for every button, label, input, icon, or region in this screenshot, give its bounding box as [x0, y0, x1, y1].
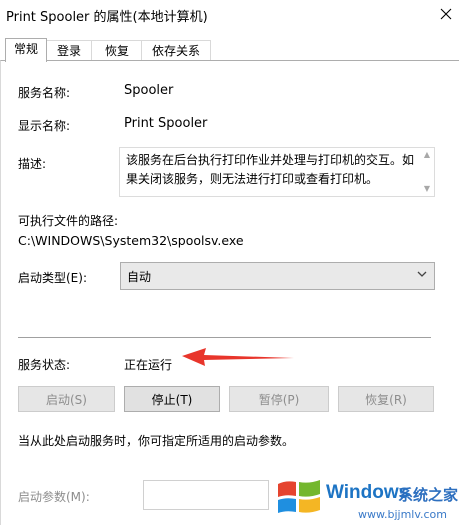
- window-title: Print Spooler 的属性(本地计算机): [6, 10, 208, 25]
- scroll-up-icon[interactable]: ▲: [422, 150, 432, 160]
- service-name-value: Spooler: [124, 83, 174, 98]
- display-name-value: Print Spooler: [124, 116, 208, 131]
- start-params-input[interactable]: [143, 480, 269, 510]
- separator: [18, 337, 431, 338]
- tab-logon[interactable]: 登录: [45, 40, 93, 61]
- startup-type-value: 自动: [127, 270, 152, 284]
- resume-button[interactable]: 恢复(R): [338, 386, 434, 412]
- windows-logo-icon: [278, 480, 320, 513]
- close-icon: [440, 8, 452, 20]
- startup-type-select[interactable]: 自动: [120, 262, 435, 290]
- start-params-label: 启动参数(M):: [18, 490, 90, 504]
- watermark-url: www.bjjmlv.com: [358, 508, 447, 521]
- description-text: 该服务在后台执行打印作业并处理与打印机的交互。如果关闭该服务，则无法进行打印或查…: [126, 153, 415, 186]
- startup-type-label: 启动类型(E):: [18, 271, 87, 285]
- exe-path-value: C:\WINDOWS\System32\spoolsv.exe: [18, 233, 244, 248]
- watermark-suffix: 系统之家: [398, 486, 459, 504]
- tab-general[interactable]: 常规: [5, 38, 47, 62]
- service-status-value: 正在运行: [124, 358, 173, 372]
- stop-button[interactable]: 停止(T): [124, 386, 220, 412]
- start-button[interactable]: 启动(S): [18, 386, 115, 412]
- service-status-label: 服务状态:: [18, 358, 71, 372]
- pause-button[interactable]: 暂停(P): [229, 386, 329, 412]
- start-params-hint: 当从此处启动服务时，你可指定所适用的启动参数。: [18, 434, 295, 448]
- red-arrow-annotation: [182, 348, 294, 366]
- exe-path-label: 可执行文件的路径:: [18, 214, 119, 228]
- tab-dependencies[interactable]: 依存关系: [141, 40, 211, 61]
- title-bar: Print Spooler 的属性(本地计算机): [0, 0, 461, 30]
- tab-recovery[interactable]: 恢复: [91, 40, 143, 61]
- close-button[interactable]: [432, 0, 461, 28]
- watermark-brand: Windows: [326, 482, 410, 503]
- description-box[interactable]: 该服务在后台执行打印作业并处理与打印机的交互。如果关闭该服务，则无法进行打印或查…: [119, 147, 435, 197]
- display-name-label: 显示名称:: [18, 119, 71, 133]
- scroll-down-icon[interactable]: ▼: [422, 184, 432, 194]
- tab-strip: 常规 登录 恢复 依存关系: [0, 38, 461, 62]
- watermark: Windows 系统之家 www.bjjmlv.com: [270, 470, 461, 524]
- chevron-down-icon: [417, 271, 427, 277]
- description-label: 描述:: [18, 157, 47, 171]
- service-name-label: 服务名称:: [18, 86, 71, 100]
